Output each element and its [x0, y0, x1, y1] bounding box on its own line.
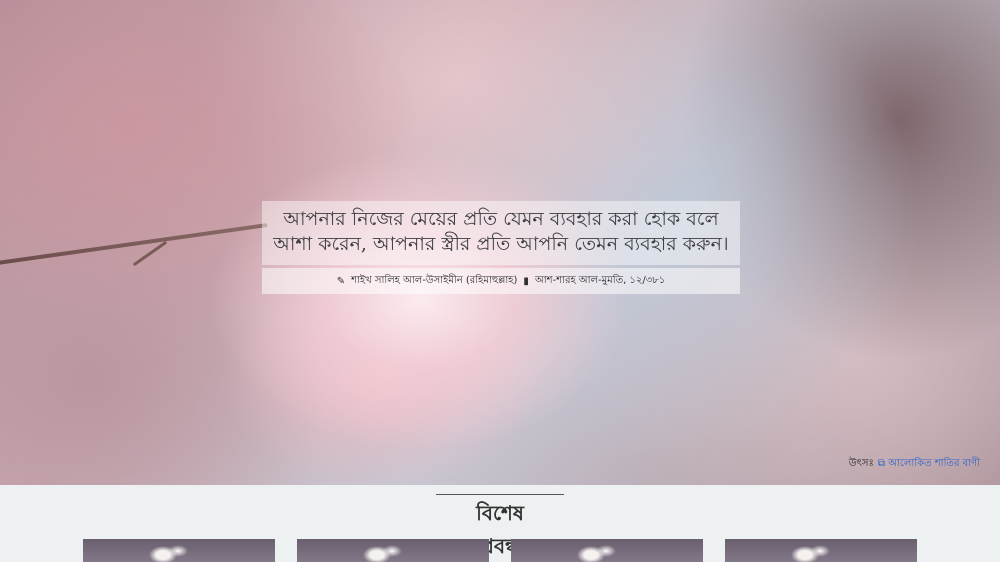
branch-decoration — [0, 223, 268, 266]
source-credit: উৎসঃ ⧉ আলোকিত শাতির বাণী — [849, 456, 980, 473]
article-card[interactable] — [297, 539, 489, 562]
hero-banner: আপনার নিজের মেয়ের প্রতি যেমন ব্যবহার কর… — [0, 0, 1000, 485]
article-card[interactable] — [83, 539, 275, 562]
featured-articles — [83, 539, 917, 562]
quote-box: আপনার নিজের মেয়ের প্রতি যেমন ব্যবহার কর… — [262, 201, 740, 265]
source-link-label: আলোকিত শাতির বাণী — [888, 458, 980, 469]
book-reference: আশ-শারহ আল-মুমতি, ১২/৩৮১ — [534, 274, 666, 286]
article-card[interactable] — [511, 539, 703, 562]
book-icon: ▮ — [523, 275, 529, 287]
external-link-icon: ⧉ — [877, 458, 885, 469]
quote-text: আপনার নিজের মেয়ের প্রতি যেমন ব্যবহার কর… — [273, 208, 729, 255]
source-link[interactable]: ⧉ আলোকিত শাতির বাণী — [878, 456, 980, 473]
quote-attribution: ✎ শাইখ সালিহ আল-উসাইমীন (রহিমাহুল্লাহ) ▮… — [262, 268, 740, 294]
pencil-icon: ✎ — [336, 275, 346, 287]
article-card[interactable] — [725, 539, 917, 562]
source-label: উৎসঃ — [848, 458, 874, 469]
author-name: শাইখ সালিহ আল-উসাইমীন (রহিমাহুল্লাহ) — [351, 274, 518, 286]
